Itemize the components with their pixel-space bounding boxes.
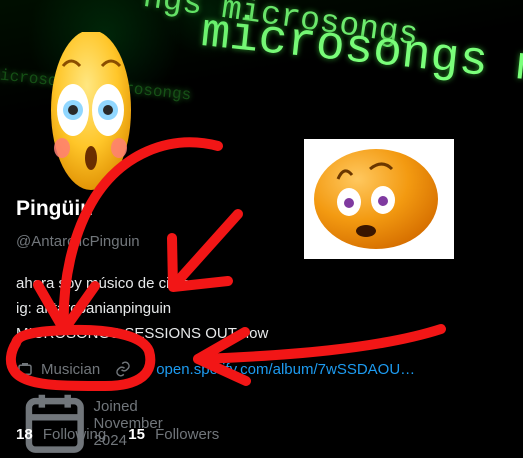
profile-category: Musician xyxy=(41,360,101,378)
profile-meta-row: Musician open.spotify.com/album/7wSSDAOU… xyxy=(16,360,415,378)
followers-label: Followers xyxy=(155,426,220,443)
profile-screen: ngs microsongs microsongs micro microson… xyxy=(0,0,523,458)
follow-stats: 18 Following 15 Followers xyxy=(16,426,219,443)
followers-count: 15 xyxy=(128,426,145,443)
confused-emoji-sticker xyxy=(304,139,454,259)
following-label: Following xyxy=(42,426,107,443)
shocked-emoji-avatar-sticker xyxy=(51,32,131,190)
followers-link[interactable]: 15 Followers xyxy=(128,426,219,443)
profile-handle: @AntarcticPinguin xyxy=(16,233,140,250)
briefcase-icon xyxy=(18,363,32,375)
following-link[interactable]: 18 Following xyxy=(16,426,106,443)
profile-joined-row: Joined November 2024 xyxy=(16,385,171,458)
bio-line-3: MICROSONGS SESSIONS OUT now xyxy=(16,325,269,342)
bio-line-1: ahora soy músico de circo xyxy=(16,275,191,292)
link-icon xyxy=(116,361,130,377)
following-count: 18 xyxy=(16,426,33,443)
calendar-icon xyxy=(25,394,84,453)
confused-emoji-icon xyxy=(314,149,438,249)
profile-display-name: Pingüin xyxy=(16,197,93,220)
profile-bio: ahora soy músico de circo ig: antarcpani… xyxy=(16,271,268,346)
profile-link[interactable]: open.spotify.com/album/7wSSDAOU… xyxy=(156,361,415,378)
bio-line-2: ig: antarcpanianpinguin xyxy=(16,300,172,317)
